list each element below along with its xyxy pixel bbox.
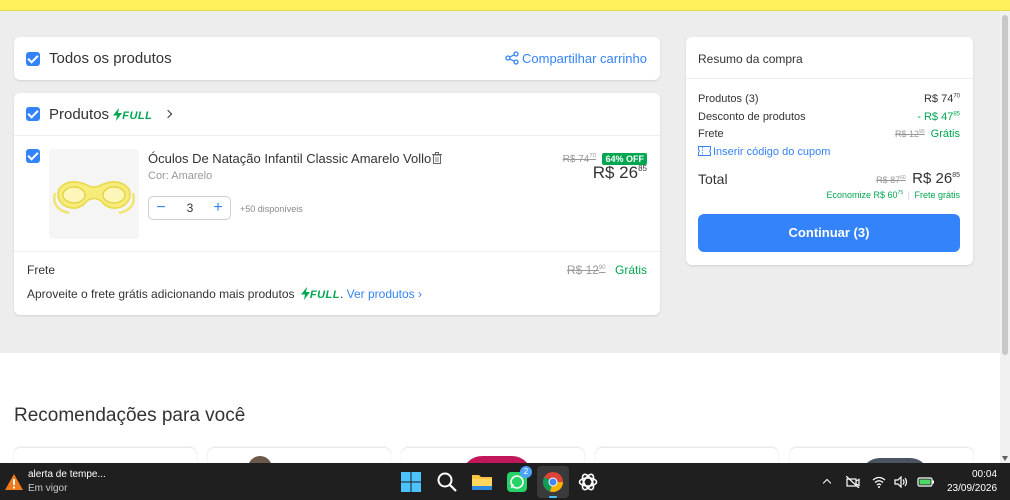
clock-time[interactable]: 00:04 (972, 469, 997, 480)
whatsapp-app[interactable]: 2 (506, 466, 532, 493)
shipping-free: Grátis (614, 263, 647, 277)
camera-off-icon[interactable] (846, 476, 860, 488)
view-products-link[interactable]: Ver produtos › (347, 287, 422, 301)
decrease-button[interactable]: − (152, 199, 170, 217)
battery-charging-icon[interactable] (917, 476, 935, 488)
coupon-link[interactable]: Inserir código do cupom (698, 146, 830, 158)
scroll-down-arrow-icon[interactable] (1002, 456, 1008, 461)
select-all-label: Todos os produtos (49, 50, 172, 67)
total-label: Total (698, 171, 728, 187)
summary-products-label: Produtos (3) (698, 93, 759, 105)
total-value: R$ 8760 R$ 2685 (876, 170, 960, 187)
weather-status: Em vigor (28, 483, 68, 494)
recommendation-card[interactable] (208, 448, 390, 463)
products-checkbox[interactable] (26, 107, 40, 121)
increase-button[interactable]: + (209, 199, 227, 217)
windows-start-icon[interactable] (400, 471, 422, 493)
lightning-icon (113, 108, 123, 121)
products-header[interactable]: Produtos FULL (49, 106, 172, 123)
search-icon[interactable] (436, 471, 458, 493)
shipping-price: R$ 1290 Grátis (567, 263, 647, 277)
promo-text: Aproveite o frete grátis adicionando mai… (27, 287, 295, 301)
scrollbar-thumb[interactable] (1002, 15, 1008, 355)
recommendation-card[interactable] (402, 448, 584, 463)
summary-shipping-label: Frete (698, 128, 724, 140)
shipping-old-price: R$ 1290 (566, 263, 606, 277)
wifi-icon[interactable] (872, 476, 886, 488)
quantity-stepper[interactable]: − 3 + (148, 196, 231, 220)
windows-taskbar: alerta de tempe... Em vigor 2 00:04 23/0… (0, 463, 1010, 500)
share-cart-link[interactable]: Compartilhar carrinho (505, 51, 647, 66)
product-thumbnail (462, 456, 532, 463)
savings-note: Economize R$ 6075 | Frete grátis (826, 190, 961, 200)
summary-shipping-value: R$ 1290 Grátis (895, 128, 960, 140)
recommendations-section: Recomendações para você (0, 353, 1000, 463)
select-all-checkbox[interactable] (26, 52, 40, 66)
recommendation-card[interactable] (596, 448, 778, 463)
summary-discount-value: - R$ 4785 (917, 111, 960, 123)
goggles-image (53, 181, 135, 215)
shipping-label: Frete (27, 263, 56, 277)
file-explorer-icon[interactable] (471, 471, 493, 493)
volume-icon[interactable] (894, 476, 908, 488)
chrome-icon (542, 472, 563, 492)
chatgpt-icon[interactable] (577, 471, 599, 493)
warning-icon (5, 474, 23, 490)
item-old-price: R$ 7470 (562, 153, 597, 165)
trash-icon[interactable] (432, 152, 442, 164)
summary-products-value: R$ 7470 (923, 93, 960, 105)
recommendations-title: Recomendações para você (14, 405, 246, 426)
item-checkbox[interactable] (26, 149, 40, 163)
product-name[interactable]: Óculos De Natação Infantil Classic Amare… (148, 151, 431, 166)
select-all-card: Todos os produtos Compartilhar carrinho (14, 37, 660, 80)
chevron-up-icon[interactable] (822, 478, 832, 488)
summary-title: Resumo da compra (698, 52, 803, 66)
page-scrollbar[interactable] (1000, 11, 1010, 463)
item-price: R$ 2685 (592, 163, 647, 182)
weather-title: alerta de tempe... (28, 469, 106, 480)
share-cart-label: Compartilhar carrinho (522, 51, 647, 66)
continue-button[interactable]: Continuar (3) (698, 214, 960, 252)
divider (14, 135, 660, 136)
summary-discount-label: Desconto de produtos (698, 111, 806, 123)
clock-date[interactable]: 23/09/2026 (947, 483, 997, 494)
available-stock: +50 disponíveis (240, 204, 303, 214)
products-card: Produtos FULL Óculos De Natação Infantil… (14, 93, 660, 315)
active-indicator (549, 496, 557, 498)
product-thumbnail (248, 456, 272, 463)
share-icon (505, 51, 519, 65)
free-shipping-promo: Aproveite o frete grátis adicionando mai… (27, 287, 423, 301)
weather-widget[interactable]: alerta de tempe... Em vigor (4, 468, 134, 496)
divider (686, 78, 973, 79)
top-header-bar (0, 0, 1010, 11)
lightning-icon (300, 287, 310, 300)
chevron-right-icon (163, 109, 172, 119)
recommendation-card[interactable] (14, 448, 196, 463)
coupon-icon (698, 146, 711, 156)
full-badge: FULL (122, 110, 153, 122)
product-variant: Cor: Amarelo (148, 170, 213, 182)
products-title: Produtos (49, 106, 110, 123)
quantity-value[interactable]: 3 (177, 201, 203, 215)
chrome-app-active[interactable] (537, 466, 569, 498)
notification-badge: 2 (520, 466, 532, 478)
full-badge: FULL (309, 289, 340, 301)
product-image[interactable] (49, 149, 139, 239)
divider (14, 251, 660, 252)
recommendation-card[interactable] (790, 448, 973, 463)
